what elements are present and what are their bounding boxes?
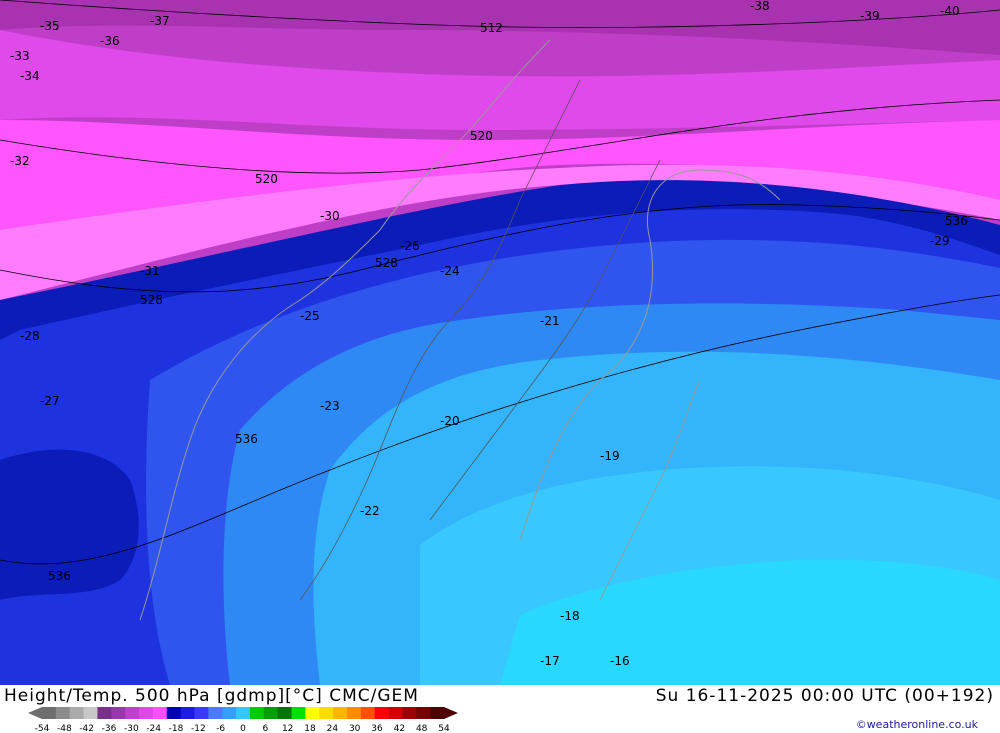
- credit-link[interactable]: ©weatheronline.co.uk: [856, 718, 978, 731]
- scale-tick-label: -30: [124, 724, 139, 733]
- scale-swatch: [180, 707, 195, 719]
- scale-tick-label: 42: [394, 724, 405, 733]
- temp-label: -20: [440, 414, 460, 428]
- scale-swatch: [430, 707, 445, 719]
- temp-label: -23: [320, 399, 340, 413]
- scale-swatch: [277, 707, 293, 719]
- height-label-528: 528: [375, 256, 398, 270]
- temp-label: -30: [320, 209, 340, 223]
- scale-swatch: [263, 707, 279, 719]
- scale-swatch: [291, 707, 306, 719]
- scale-tick-label: 48: [416, 724, 428, 733]
- scale-swatch: [97, 707, 112, 719]
- scale-tick-label: 36: [371, 724, 383, 733]
- scale-swatch: [55, 707, 71, 719]
- temp-label: -35: [40, 19, 60, 33]
- temp-label: -37: [150, 14, 170, 28]
- scale-tick-label: 24: [327, 724, 339, 733]
- height-label-536: 536: [945, 214, 968, 228]
- scale-swatch: [319, 707, 334, 719]
- map-title: Height/Temp. 500 hPa [gdmp][°C] CMC/GEM: [4, 686, 419, 706]
- scale-swatch: [346, 707, 362, 719]
- scale-swatch: [125, 707, 140, 719]
- scale-tick-label: -6: [216, 724, 225, 733]
- scale-tick-label: -48: [57, 724, 72, 733]
- scale-swatch: [236, 707, 251, 719]
- scale-tick-label: 54: [438, 724, 450, 733]
- scale-swatch: [194, 707, 209, 719]
- weather-map: 512 520 520 528 528 536 536 536 -40 -39 …: [0, 0, 1000, 685]
- scale-swatch: [402, 707, 417, 719]
- temp-label: -36: [100, 34, 120, 48]
- scale-tick-label: -12: [191, 724, 206, 733]
- temp-label: -28: [20, 329, 40, 343]
- temp-label: -29: [930, 234, 950, 248]
- temp-label: -19: [600, 449, 620, 463]
- height-label-512: 512: [480, 21, 503, 35]
- temp-label: -22: [360, 504, 380, 518]
- scale-tick-label: -18: [169, 724, 184, 733]
- temp-label: -26: [400, 239, 420, 253]
- scale-swatch: [388, 707, 403, 719]
- temp-label: -21: [540, 314, 560, 328]
- scale-swatch: [360, 707, 376, 719]
- scale-tick-label: 30: [349, 724, 361, 733]
- color-scale: -54 -48 -42 -36 -30 -24 -18 -12 -6 0 6 12 18 24 30 36 42…: [28, 707, 458, 733]
- scale-swatch: [374, 707, 390, 719]
- scale-swatch: [83, 707, 98, 719]
- temp-label: -25: [300, 309, 320, 323]
- scale-swatch: [42, 707, 57, 719]
- height-label-520: 520: [470, 129, 493, 143]
- scale-tick-label: 6: [262, 724, 268, 733]
- forecast-datetime: Su 16-11-2025 00:00 UTC (00+192): [655, 686, 994, 706]
- scale-swatch: [139, 707, 154, 719]
- scale-swatch: [222, 707, 237, 719]
- scale-swatch: [333, 707, 348, 719]
- temp-label: -17: [540, 654, 560, 668]
- scale-swatch: [111, 707, 126, 719]
- height-label-536: 536: [48, 569, 71, 583]
- color-scale-swatches: [28, 707, 458, 719]
- temp-label: -33: [10, 49, 30, 63]
- height-label-528: 528: [140, 293, 163, 307]
- temp-label: -32: [10, 154, 30, 168]
- scale-swatch: [208, 707, 223, 719]
- scale-tick-label: 12: [282, 724, 293, 733]
- color-scale-labels: -54 -48 -42 -36 -30 -24 -18 -12 -6 0 6 12 18 24 30 36 42…: [35, 724, 450, 733]
- scale-arrow-left: [28, 707, 42, 719]
- temp-label: -31: [140, 264, 160, 278]
- scale-tick-label: 18: [304, 724, 316, 733]
- scale-tick-label: -36: [102, 724, 117, 733]
- height-label-536: 536: [235, 432, 258, 446]
- scale-swatch: [416, 707, 431, 719]
- temp-label: -39: [860, 9, 880, 23]
- scale-tick-label: -54: [35, 724, 50, 733]
- scale-swatch: [69, 707, 85, 719]
- temp-label: -16: [610, 654, 630, 668]
- temp-label: -40: [940, 4, 960, 18]
- scale-tick-label: 0: [240, 724, 246, 733]
- temp-label: -27: [40, 394, 60, 408]
- scale-swatch: [152, 707, 168, 719]
- temp-label: -24: [440, 264, 460, 278]
- scale-arrow-right: [444, 707, 458, 719]
- temp-label: -38: [750, 0, 770, 13]
- scale-swatch: [305, 707, 320, 719]
- scale-tick-label: -24: [146, 724, 161, 733]
- scale-swatch: [166, 707, 182, 719]
- temp-label: -18: [560, 609, 580, 623]
- temperature-fill: [0, 0, 1000, 685]
- scale-swatch: [249, 707, 265, 719]
- scale-tick-label: -42: [79, 724, 94, 733]
- height-label-520: 520: [255, 172, 278, 186]
- temp-label: -34: [20, 69, 40, 83]
